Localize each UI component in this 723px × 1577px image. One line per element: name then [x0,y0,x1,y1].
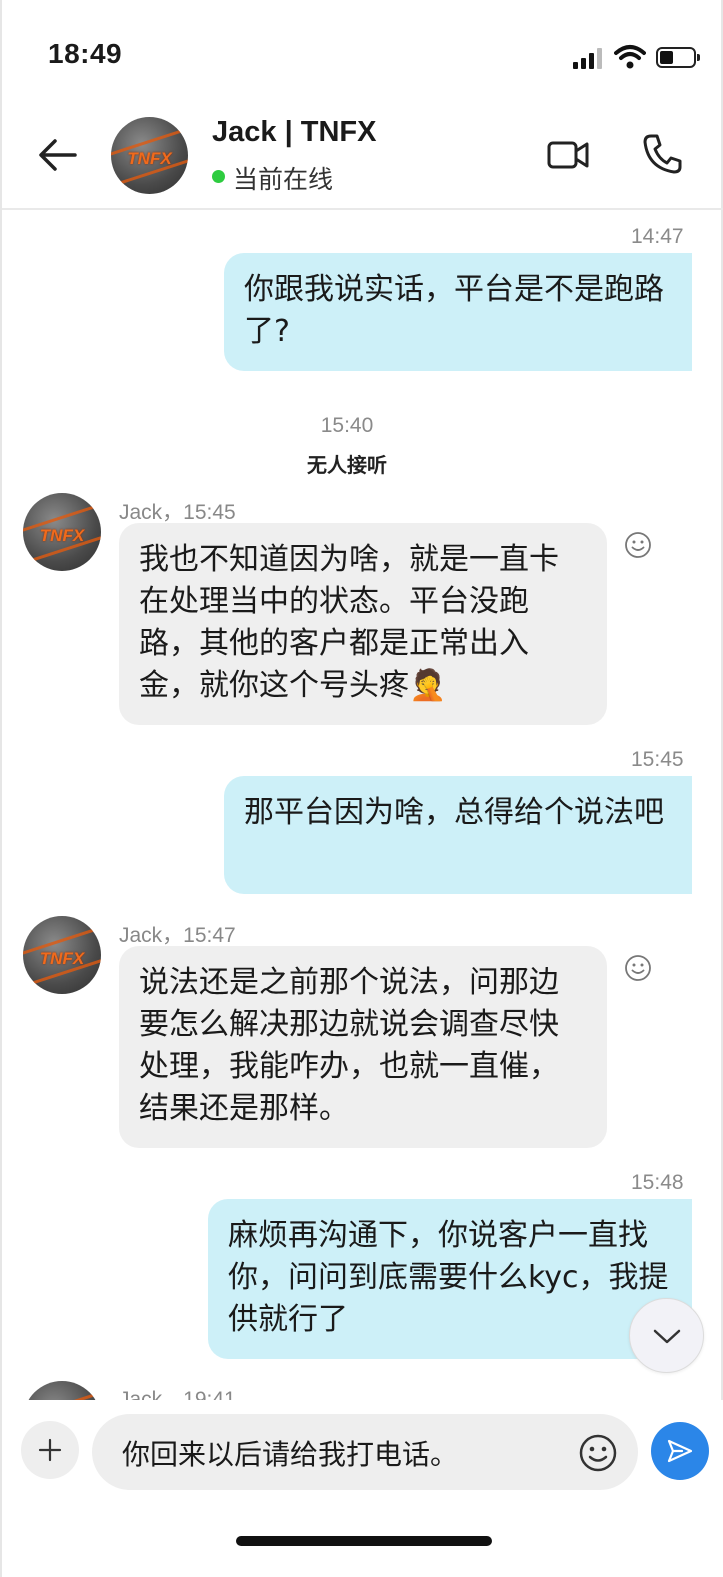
wifi-icon [614,45,646,69]
add-attachment-button[interactable] [21,1421,79,1479]
missed-call-note: 无人接听 [307,453,387,477]
outgoing-message-bubble[interactable]: 你跟我说实话，平台是不是跑路了? [224,253,692,371]
outgoing-message-bubble[interactable]: 那平台因为啥，总得给个说法吧 [224,776,692,894]
avatar-logo-text: TNFX [39,525,85,545]
smiley-react-icon[interactable] [623,953,653,983]
system-timestamp: 15:40 [320,414,374,437]
home-indicator [236,1536,492,1546]
online-status-dot [212,170,225,183]
message-timestamp: 14:47 [631,225,684,248]
outgoing-message-bubble[interactable]: 麻烦再沟通下，你说客户一直找你，问问到底需要什么kyc，我提供就行了 [208,1199,692,1359]
incoming-message-bubble[interactable]: 说法还是之前那个说法，问那边要怎么解决那边就说会调查尽快处理，我能咋办，也就一直… [119,946,607,1148]
cellular-signal-icon [573,47,605,69]
avatar-logo-text: TNFX [127,149,172,169]
smiley-react-icon[interactable] [623,530,653,560]
status-bar: 18:49 [2,0,723,100]
message-timestamp: 15:48 [631,1171,684,1194]
app-frame: 18:49 TNFX Jack | TNFX 当前在线 14:47 你跟我说实话… [0,0,723,1577]
message-timestamp: 15:45 [631,748,684,771]
scroll-to-bottom-button[interactable] [629,1298,704,1373]
video-call-icon [547,141,589,169]
chat-header: TNFX Jack | TNFX 当前在线 [2,100,723,210]
send-button[interactable] [651,1422,709,1480]
online-status-text: 当前在线 [233,165,334,194]
message-input[interactable]: 你回来以后请给我打电话。 [92,1414,638,1490]
send-icon [667,1439,693,1463]
message-input-text[interactable]: 你回来以后请给我打电话。 [122,1433,458,1473]
phone-call-button[interactable] [640,132,684,176]
incoming-message-bubble[interactable]: 我也不知道因为啥，就是一直卡在处理当中的状态。平台没跑路，其他的客户都是正常出入… [119,523,607,725]
back-button[interactable] [34,132,80,178]
sender-label: Jack，15:47 [119,924,236,947]
sender-label: Jack，15:45 [119,501,236,524]
sender-avatar[interactable]: TNFX [23,916,101,994]
battery-icon [656,47,700,68]
status-time: 18:49 [48,38,123,69]
contact-avatar[interactable]: TNFX [111,117,188,194]
sender-avatar[interactable]: TNFX [23,493,101,571]
phone-call-icon [643,134,682,174]
back-arrow-icon [39,139,77,171]
emoji-icon[interactable] [578,1433,618,1473]
video-call-button[interactable] [546,136,590,174]
chevron-down-icon [653,1329,680,1343]
plus-icon [38,1438,62,1462]
avatar-logo-text: TNFX [39,948,85,968]
contact-name[interactable]: Jack | TNFX [212,116,376,149]
